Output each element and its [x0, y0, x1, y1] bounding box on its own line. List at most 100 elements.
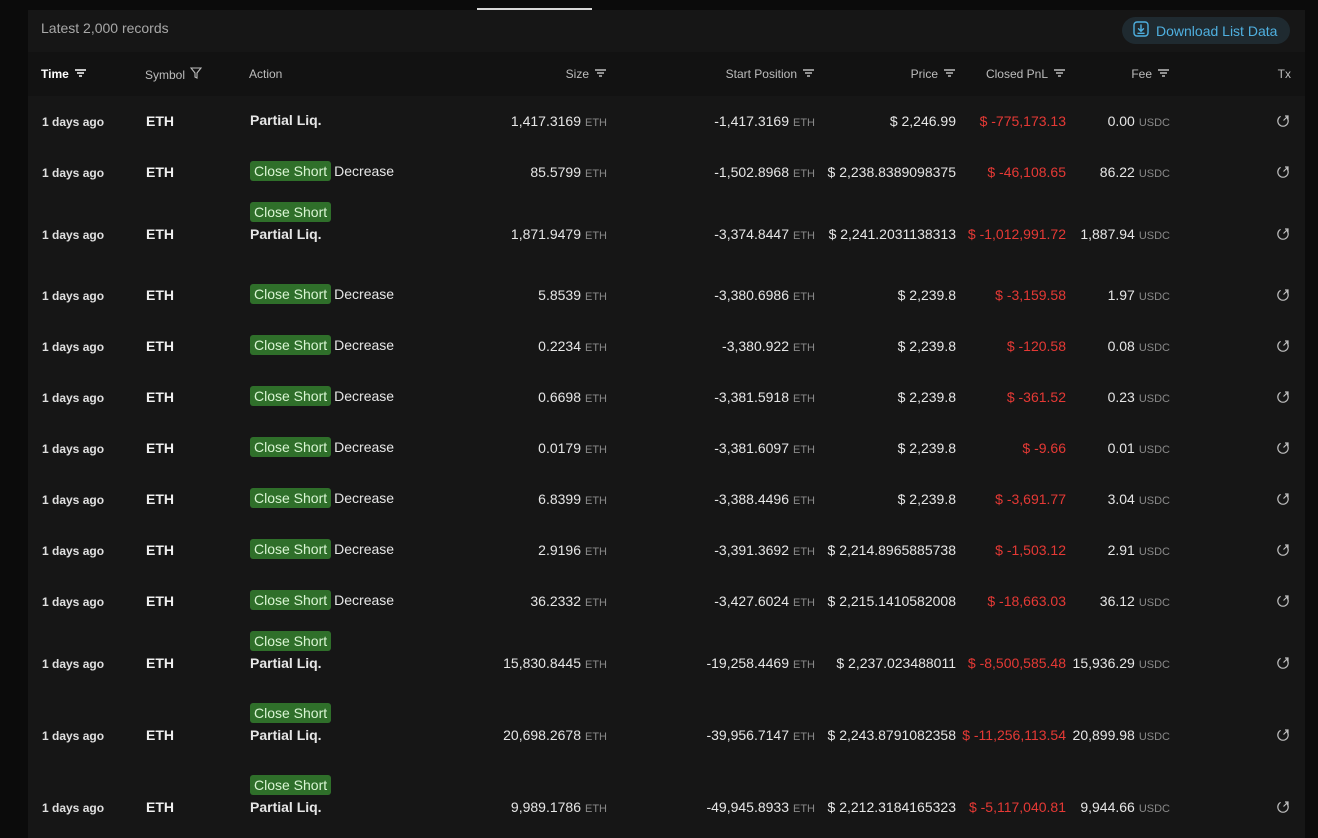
- unit-label: USDC: [1138, 731, 1170, 743]
- tx-link-icon[interactable]: [1276, 543, 1290, 562]
- column-price[interactable]: Price: [911, 67, 956, 81]
- tx-link-icon[interactable]: [1276, 800, 1290, 819]
- unit-label: USDC: [1138, 546, 1170, 558]
- fee-cell: 20,899.98 USDC: [1072, 727, 1170, 743]
- action-text: Decrease: [334, 163, 395, 179]
- tx-link-icon[interactable]: [1276, 594, 1290, 613]
- tx-link-icon[interactable]: [1276, 728, 1290, 747]
- start-position-cell: -3,388.4496 ETH: [714, 491, 815, 507]
- sort-icon[interactable]: [74, 67, 87, 81]
- table-row: 1 days ago ETH Close Short Decrease 0.223…: [28, 335, 1305, 358]
- unit-label: ETH: [793, 546, 815, 558]
- action-cell: Close Short Decrease: [250, 488, 394, 508]
- closed-pnl-cell: $ -5,117,040.81: [968, 799, 1066, 815]
- symbol-cell: ETH: [146, 542, 174, 558]
- unit-label: USDC: [1138, 659, 1170, 671]
- unit-label: ETH: [793, 117, 815, 129]
- size-cell: 15,830.8445 ETH: [503, 655, 607, 671]
- price-cell: $ 2,212.3184165323: [827, 799, 956, 815]
- download-list-button[interactable]: Download List Data: [1122, 17, 1290, 44]
- symbol-cell: ETH: [146, 491, 174, 507]
- sort-icon[interactable]: [594, 67, 607, 81]
- close-short-badge: Close Short: [250, 590, 332, 610]
- tx-link-icon[interactable]: [1276, 390, 1290, 409]
- closed-pnl-cell: $ -1,012,991.72: [967, 226, 1066, 242]
- tx-link-icon[interactable]: [1276, 165, 1290, 184]
- symbol-cell: ETH: [146, 113, 174, 129]
- time-cell: 1 days ago: [42, 115, 105, 129]
- size-cell: 9,989.1786 ETH: [510, 799, 607, 815]
- table-row: 1 days ago ETH Close Short Decrease 2.919…: [28, 539, 1305, 562]
- table-row: 1 days ago ETH Close Short Decrease 85.57…: [28, 161, 1305, 184]
- sort-icon[interactable]: [1157, 67, 1170, 81]
- closed-pnl-cell: $ -8,500,585.48: [967, 655, 1066, 671]
- size-cell: 0.0179 ETH: [538, 440, 607, 456]
- action-text: Partial Liq.: [250, 226, 322, 242]
- action-cell: Close Short Decrease: [250, 335, 394, 355]
- unit-label: ETH: [793, 597, 815, 609]
- close-short-badge: Close Short: [250, 161, 332, 181]
- records-count: Latest 2,000 records: [41, 20, 169, 36]
- unit-label: USDC: [1138, 495, 1170, 507]
- column-time[interactable]: Time: [41, 67, 87, 81]
- sort-icon[interactable]: [802, 67, 815, 81]
- tx-link-icon[interactable]: [1276, 114, 1290, 133]
- tx-link-icon[interactable]: [1276, 441, 1290, 460]
- action-text: Decrease: [334, 490, 395, 506]
- table-row: 1 days ago ETH Close Short Decrease 0.669…: [28, 386, 1305, 409]
- size-cell: 6.8399 ETH: [538, 491, 607, 507]
- column-size[interactable]: Size: [566, 67, 607, 81]
- time-cell: 1 days ago: [42, 166, 105, 180]
- unit-label: ETH: [585, 659, 607, 671]
- symbol-cell: ETH: [146, 164, 174, 180]
- action-cell: Close Short Partial Liq.: [250, 775, 332, 815]
- time-cell: 1 days ago: [42, 657, 105, 671]
- unit-label: ETH: [585, 546, 607, 558]
- column-symbol[interactable]: Symbol: [145, 67, 203, 82]
- column-fee[interactable]: Fee: [1131, 67, 1170, 81]
- table-row: 1 days ago ETH Close Short Partial Liq. …: [28, 703, 1305, 747]
- unit-label: ETH: [585, 803, 607, 815]
- time-cell: 1 days ago: [42, 595, 105, 609]
- action-cell: Close Short Decrease: [250, 284, 394, 304]
- time-cell: 1 days ago: [42, 493, 105, 507]
- fee-cell: 36.12 USDC: [1099, 593, 1170, 609]
- filter-icon[interactable]: [189, 67, 203, 82]
- tx-link-icon[interactable]: [1276, 492, 1290, 511]
- close-short-badge: Close Short: [250, 703, 332, 723]
- close-short-badge: Close Short: [250, 539, 332, 559]
- fee-cell: 1.97 USDC: [1107, 287, 1170, 303]
- unit-label: USDC: [1138, 291, 1170, 303]
- column-start-position[interactable]: Start Position: [726, 67, 815, 81]
- closed-pnl-cell: $ -3,691.77: [995, 491, 1066, 507]
- sort-icon[interactable]: [943, 67, 956, 81]
- close-short-badge: Close Short: [250, 284, 332, 304]
- close-short-badge: Close Short: [250, 202, 332, 222]
- tx-link-icon[interactable]: [1276, 339, 1290, 358]
- unit-label: ETH: [793, 230, 815, 242]
- symbol-cell: ETH: [146, 440, 174, 456]
- action-text: Decrease: [334, 541, 395, 557]
- action-text: Decrease: [334, 286, 395, 302]
- tx-link-icon[interactable]: [1276, 227, 1290, 246]
- fee-cell: 9,944.66 USDC: [1080, 799, 1170, 815]
- sort-icon[interactable]: [1053, 67, 1066, 81]
- unit-label: ETH: [585, 291, 607, 303]
- tx-link-icon[interactable]: [1276, 288, 1290, 307]
- price-cell: $ 2,238.8389098375: [827, 164, 956, 180]
- tx-link-icon[interactable]: [1276, 656, 1290, 675]
- unit-label: ETH: [793, 168, 815, 180]
- time-cell: 1 days ago: [42, 289, 105, 303]
- unit-label: USDC: [1138, 117, 1170, 129]
- size-cell: 5.8539 ETH: [538, 287, 607, 303]
- unit-label: USDC: [1138, 444, 1170, 456]
- unit-label: ETH: [585, 731, 607, 743]
- column-closed-pnl[interactable]: Closed PnL: [986, 67, 1066, 81]
- unit-label: ETH: [793, 731, 815, 743]
- unit-label: ETH: [585, 117, 607, 129]
- start-position-cell: -3,381.5918 ETH: [714, 389, 815, 405]
- size-cell: 0.2234 ETH: [538, 338, 607, 354]
- closed-pnl-cell: $ -11,256,113.54: [962, 727, 1066, 743]
- close-short-badge: Close Short: [250, 488, 332, 508]
- closed-pnl-cell: $ -361.52: [1006, 389, 1066, 405]
